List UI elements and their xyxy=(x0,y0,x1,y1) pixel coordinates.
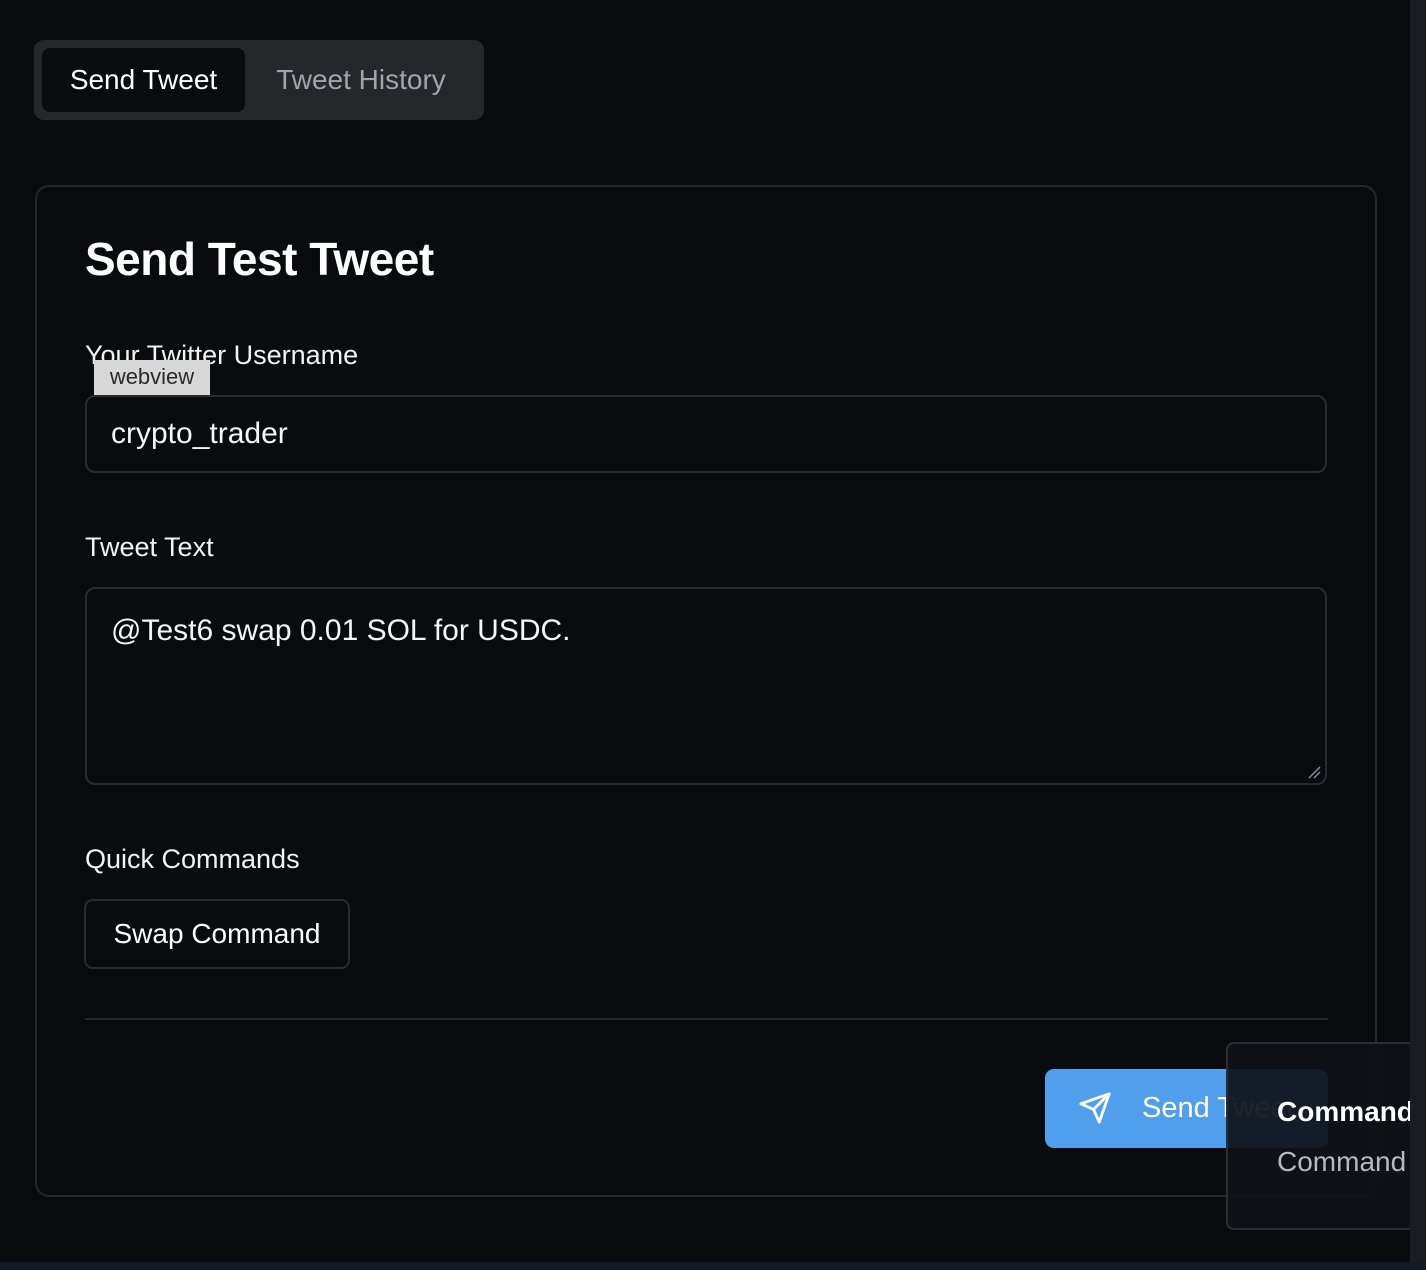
tweet-text-label: Tweet Text xyxy=(85,532,214,562)
tab-send-tweet[interactable]: Send Tweet xyxy=(42,48,245,112)
card-title: Send Test Tweet xyxy=(85,233,434,285)
username-input[interactable]: crypto_trader xyxy=(85,395,1327,473)
quick-commands-label: Quick Commands xyxy=(85,844,300,874)
tweet-text-value: @Test6 swap 0.01 SOL for USDC. xyxy=(111,614,571,647)
swap-command-button[interactable]: Swap Command xyxy=(84,899,350,969)
webview-tag: webview xyxy=(94,360,210,395)
send-icon xyxy=(1079,1092,1111,1124)
tab-bar: Send Tweet Tweet History xyxy=(34,40,484,120)
command-suggestion-popup[interactable]: Command Command xyxy=(1226,1042,1426,1230)
popup-subtitle: Command xyxy=(1277,1146,1407,1177)
resize-handle-icon[interactable] xyxy=(1307,765,1321,779)
window-bottom-edge xyxy=(0,1262,1426,1270)
app-window: Send Tweet Tweet History Send Test Tweet… xyxy=(0,0,1426,1262)
window-right-edge xyxy=(1410,0,1426,1270)
tweet-text-area[interactable]: @Test6 swap 0.01 SOL for USDC. xyxy=(85,587,1327,785)
popup-title: Command xyxy=(1277,1096,1414,1127)
divider xyxy=(85,1018,1328,1020)
tab-tweet-history[interactable]: Tweet History xyxy=(256,48,466,112)
